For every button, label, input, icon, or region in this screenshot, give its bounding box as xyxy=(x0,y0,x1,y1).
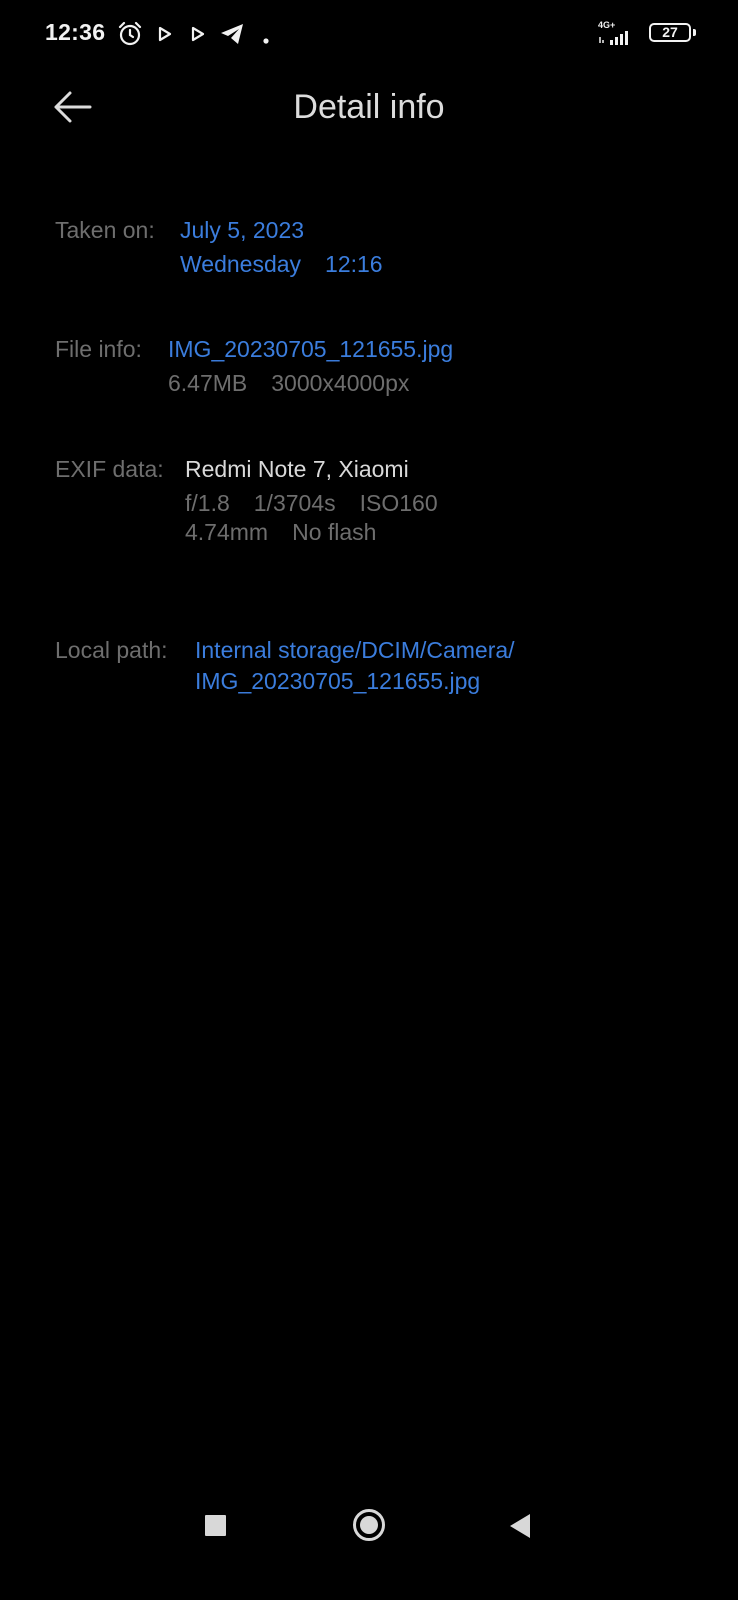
file-resolution: 3000x4000px xyxy=(271,370,410,396)
status-time: 12:36 xyxy=(45,19,106,45)
play-icon xyxy=(190,26,206,47)
file-info-label: File info: xyxy=(55,336,142,362)
dot-icon xyxy=(263,31,269,49)
exif-lens: 4.74mm No flash xyxy=(185,519,376,546)
exif-device: Redmi Note 7, Xiaomi xyxy=(185,456,409,482)
taken-on-day: Wednesday xyxy=(180,251,302,277)
battery-tip xyxy=(693,29,696,36)
navigation-bar xyxy=(0,1509,738,1600)
exif-flash: No flash xyxy=(292,519,377,545)
exif-exposure: f/1.8 1/3704s ISO160 xyxy=(185,490,438,517)
taken-on-time: 12:16 xyxy=(325,251,383,277)
play-icon xyxy=(157,26,173,47)
taken-on-day-time: Wednesday 12:16 xyxy=(180,251,383,278)
file-name[interactable]: IMG_20230705_121655.jpg xyxy=(168,336,453,363)
file-size: 6.47MB xyxy=(168,370,248,396)
status-bar: 12:36 4G+ 27 xyxy=(0,0,738,68)
local-path-label: Local path: xyxy=(55,637,168,663)
exif-shutter: 1/3704s xyxy=(253,490,336,516)
local-path-line-1[interactable]: Internal storage/DCIM/Camera/ xyxy=(195,637,515,664)
telegram-icon xyxy=(219,22,245,51)
page-title: Detail info xyxy=(293,88,445,126)
alarm-icon xyxy=(117,21,143,52)
recents-square-icon[interactable] xyxy=(200,1510,232,1542)
signal-icon xyxy=(598,30,638,51)
exif-focal-length: 4.74mm xyxy=(185,519,269,545)
home-circle-icon[interactable] xyxy=(350,1505,390,1545)
battery-icon: 27 xyxy=(649,23,691,42)
exif-label: EXIF data: xyxy=(55,456,164,482)
exif-iso: ISO160 xyxy=(359,490,438,516)
network-type: 4G+ xyxy=(598,20,616,30)
back-triangle-icon[interactable] xyxy=(505,1510,537,1542)
file-details: 6.47MB 3000x4000px xyxy=(168,370,409,397)
taken-on-date: July 5, 2023 xyxy=(180,217,305,243)
exif-aperture: f/1.8 xyxy=(185,490,230,516)
taken-on-label: Taken on: xyxy=(55,217,155,243)
local-path-line-2[interactable]: IMG_20230705_121655.jpg xyxy=(195,668,480,695)
battery-level: 27 xyxy=(662,24,678,40)
